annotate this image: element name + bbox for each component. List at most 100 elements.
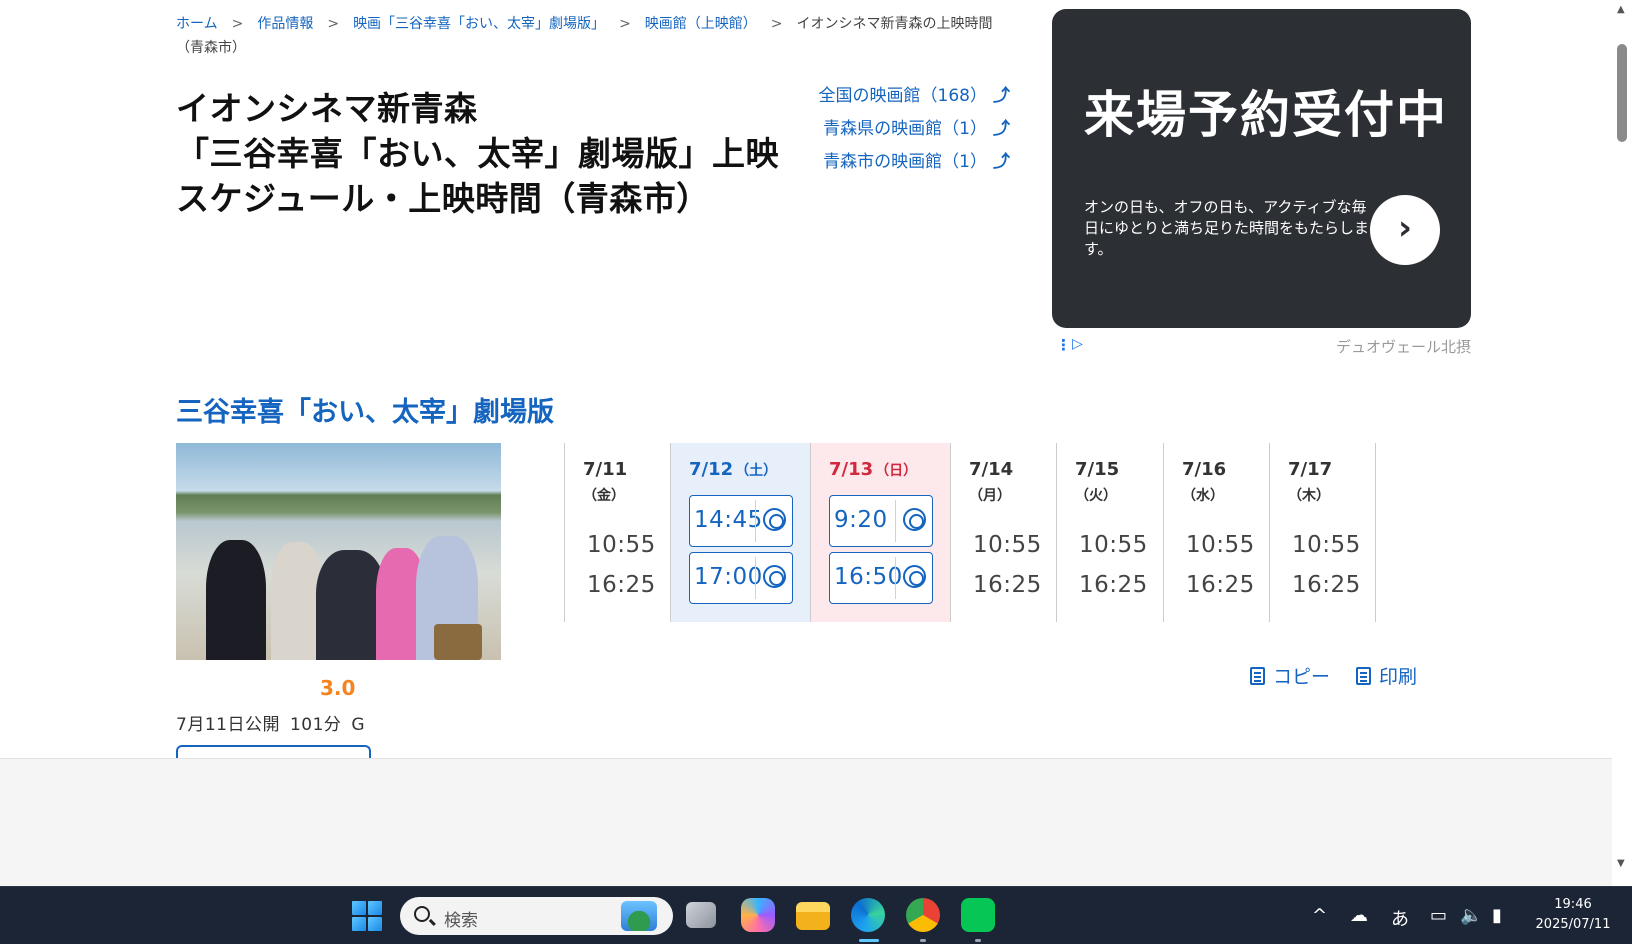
showtime-reserve-button[interactable]: 17:00 [689, 552, 793, 604]
ime-indicator[interactable]: あ [1391, 905, 1409, 931]
system-clock[interactable]: 19:46 2025/07/11 [1528, 895, 1618, 935]
page-title: イオンシネマ新青森 「三谷幸喜「おい、太宰」劇場版」上映スケジュール・上映時間（… [176, 86, 806, 221]
showtime: 16:25 [973, 572, 1042, 598]
task-view-icon[interactable] [686, 902, 716, 928]
breadcrumb-theaters[interactable]: 映画館（上映館） [645, 16, 757, 32]
day-of-week: （火） [1075, 488, 1117, 504]
day-of-week: （水） [1182, 488, 1224, 504]
link-national-theaters[interactable]: 全国の映画館（168） ⤴ [810, 80, 1010, 113]
breadcrumb-works[interactable]: 作品情報 [257, 16, 313, 32]
movie-rating: 3.0 [320, 676, 356, 700]
schedule-day: 7/11 （金） 10:55 16:25 [564, 443, 670, 622]
schedule-day: 7/17 （木） 10:55 16:25 [1269, 443, 1376, 622]
taskbar-search[interactable]: 検索 [400, 897, 673, 935]
day-date: 7/12 （土） [689, 459, 777, 480]
search-highlight-icon [621, 901, 657, 931]
showtime: 16:25 [1292, 572, 1361, 598]
edge-browser-icon[interactable] [851, 898, 885, 932]
scrollbar-thumb[interactable] [1617, 44, 1627, 142]
slot-divider [895, 557, 896, 599]
movie-poster[interactable] [176, 443, 501, 660]
vertical-scrollbar[interactable]: ▲ ▼ [1612, 0, 1632, 886]
chevron-up-icon[interactable]: ^ [1312, 905, 1327, 926]
poster-basket [434, 624, 482, 660]
breadcrumb-separator: > [770, 16, 783, 32]
network-icon[interactable]: ▭ [1430, 905, 1447, 926]
reserve-available-icon [903, 565, 926, 588]
showtimes: 10:55 16:25 [1186, 525, 1255, 605]
search-icon [414, 906, 430, 922]
copy-label: コピー [1273, 666, 1331, 688]
day-of-week: （日） [875, 463, 918, 479]
day-of-week: （土） [735, 463, 778, 479]
showtime: 16:25 [1079, 572, 1148, 598]
poster-figure [206, 540, 266, 660]
showtimes: 10:55 16:25 [973, 525, 1042, 605]
link-prefecture-theaters[interactable]: 青森県の映画館（1） ⤴ [810, 113, 1010, 146]
chrome-browser-icon[interactable] [906, 898, 940, 932]
running-app-indicator [920, 939, 926, 942]
showtime: 14:45 [694, 507, 763, 533]
print-button[interactable]: 印刷 [1356, 662, 1417, 689]
battery-icon[interactable]: ▮ [1492, 905, 1502, 926]
adchoices-icon[interactable]: ▷ [1072, 336, 1083, 352]
schedule-day-saturday: 7/12 （土） 14:45 17:00 [670, 443, 810, 622]
scroll-up-icon[interactable]: ▲ [1617, 4, 1625, 15]
showtime: 10:55 [1292, 532, 1361, 558]
showtime: 16:25 [1186, 572, 1255, 598]
breadcrumb-separator: > [619, 16, 631, 32]
schedule-day: 7/14 （月） 10:55 16:25 [950, 443, 1056, 622]
file-explorer-icon[interactable] [796, 902, 830, 930]
region-links: 全国の映画館（168） ⤴ 青森県の映画館（1） ⤴ 青森市の映画館（1） ⤴ [810, 80, 1010, 179]
page-title-schedule: 「三谷幸喜「おい、太宰」劇場版」上映スケジュール・上映時間（青森市） [176, 134, 779, 218]
showtime-reserve-button[interactable]: 16:50 [829, 552, 933, 604]
day-date-text: 7/13 [829, 459, 874, 480]
day-date: 7/14 [969, 459, 1014, 480]
runtime: 101分 [289, 715, 342, 735]
breadcrumb-separator: > [231, 16, 244, 32]
copy-button[interactable]: コピー [1250, 662, 1330, 689]
more-options-icon[interactable]: ⋮ [1056, 336, 1071, 354]
print-label: 印刷 [1379, 666, 1418, 688]
taskbar: 検索 ^ ☁ あ ▭ 🔈 ▮ 19:46 2025/07/11 [0, 886, 1632, 944]
ad-banner[interactable]: 来場予約受付中 オンの日も、オフの日も、アクティブな毎日にゆとりと満ち足りた時間… [1052, 9, 1471, 328]
day-of-week: （金） [583, 488, 625, 504]
breadcrumb-separator: > [327, 16, 340, 32]
line-app-icon[interactable] [961, 898, 995, 932]
schedule-day: 7/16 （水） 10:55 16:25 [1163, 443, 1269, 622]
copilot-icon[interactable] [741, 898, 775, 932]
day-date: 7/17 [1288, 459, 1333, 480]
arrow-up-icon: ⤴ [993, 86, 1010, 106]
chevron-right-icon[interactable]: › [1370, 195, 1440, 265]
ad-advertiser[interactable]: デュオヴェール北摂 [1336, 336, 1471, 357]
arrow-up-icon: ⤴ [993, 119, 1010, 139]
weather-cloud-icon[interactable]: ☁ [1350, 905, 1368, 926]
day-of-week: （月） [969, 488, 1011, 504]
link-city-theaters[interactable]: 青森市の映画館（1） ⤴ [810, 146, 1010, 179]
scroll-down-icon[interactable]: ▼ [1617, 858, 1625, 869]
schedule-day-sunday: 7/13 （日） 9:20 16:50 [810, 443, 950, 622]
schedule-actions: コピー 印刷 [1250, 662, 1417, 689]
windows-start-icon[interactable] [352, 901, 382, 931]
active-app-indicator [859, 939, 879, 942]
classification: G [351, 715, 366, 735]
link-label: 全国の映画館（168） [818, 86, 987, 106]
day-date-text: 7/12 [689, 459, 734, 480]
breadcrumb-movie[interactable]: 映画「三谷幸喜「おい、太宰」劇場版」 [353, 16, 605, 32]
day-of-week: （木） [1288, 488, 1330, 504]
breadcrumb-home[interactable]: ホーム [176, 16, 218, 32]
schedule-day: 7/15 （火） 10:55 16:25 [1056, 443, 1163, 622]
showtimes: 10:55 16:25 [1079, 525, 1148, 605]
day-date: 7/13 （日） [829, 459, 917, 480]
volume-icon[interactable]: 🔈 [1460, 905, 1482, 926]
bottom-ad-area [0, 758, 1612, 886]
slot-divider [755, 557, 756, 599]
ad-meta: ⋮ ▷ デュオヴェール北摂 [1052, 336, 1471, 358]
showtimes: 10:55 16:25 [1292, 525, 1361, 605]
showtime: 9:20 [834, 507, 888, 533]
showtime-reserve-button[interactable]: 9:20 [829, 495, 933, 547]
showtime: 10:55 [1079, 532, 1148, 558]
showtime-reserve-button[interactable]: 14:45 [689, 495, 793, 547]
breadcrumb: ホーム > 作品情報 > 映画「三谷幸喜「おい、太宰」劇場版」 > 映画館（上映館） > イオン… [176, 12, 1006, 60]
movie-title[interactable]: 三谷幸喜「おい、太宰」劇場版 [176, 390, 554, 429]
